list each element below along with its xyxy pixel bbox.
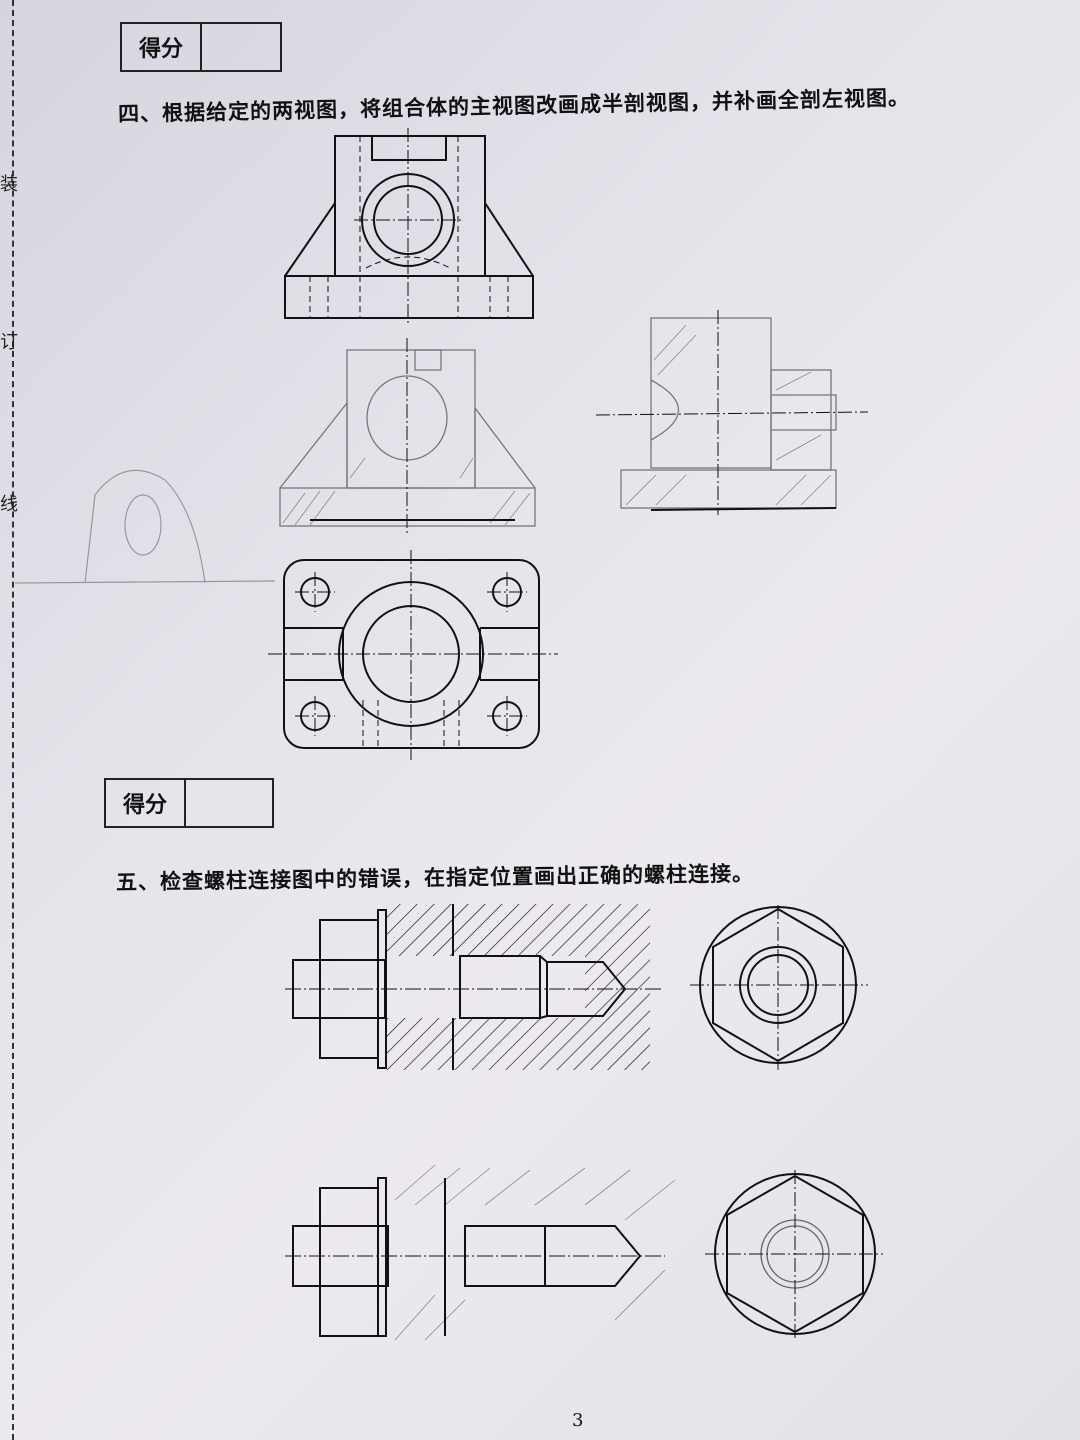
score-label: 得分 xyxy=(122,24,202,70)
top-view-drawing xyxy=(268,550,558,760)
question-4-text: 四、根据给定的两视图，将组合体的主视图改画成半剖视图，并补画全剖左视图。 xyxy=(117,85,911,127)
page-number: 3 xyxy=(572,1410,584,1431)
margin-mark-ding: 订 xyxy=(0,332,18,353)
nut-top-view-drawing xyxy=(690,905,870,1070)
score-value-field[interactable] xyxy=(202,24,280,70)
half-section-sketch xyxy=(275,338,545,533)
front-view-drawing xyxy=(280,128,540,323)
binding-margin-line xyxy=(12,0,14,1440)
margin-mark-zhuang: 装 xyxy=(0,174,18,195)
stud-connection-drawing xyxy=(285,900,665,1075)
pencil-scribble xyxy=(15,455,285,595)
score-label: 得分 xyxy=(106,780,186,826)
score-box-section4: 得分 xyxy=(120,22,282,72)
nut-top-view-sketch xyxy=(705,1170,885,1340)
score-box-section5: 得分 xyxy=(104,778,274,828)
score-value-field[interactable] xyxy=(186,780,272,826)
left-view-section-sketch xyxy=(596,310,876,520)
corrected-stud-sketch xyxy=(285,1160,705,1345)
question-5-text: 五、检查螺柱连接图中的错误，在指定位置画出正确的螺柱连接。 xyxy=(115,861,755,895)
